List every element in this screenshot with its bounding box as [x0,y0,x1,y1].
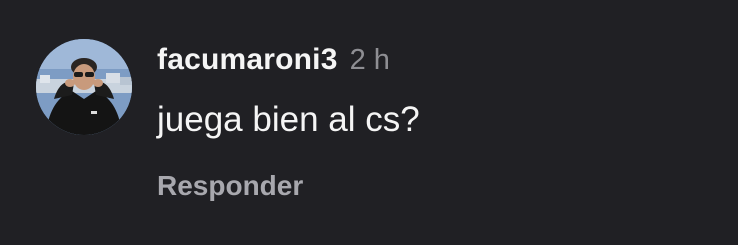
comment-text: juega bien al cs? [157,100,420,139]
comment-meta: facumaroni3 2 h [157,40,390,80]
avatar[interactable] [36,39,132,135]
comment-item: facumaroni3 2 h juega bien al cs? Respon… [0,0,738,245]
username[interactable]: facumaroni3 [157,43,338,77]
timestamp: 2 h [349,43,390,76]
reply-button[interactable]: Responder [157,170,303,202]
profile-photo-icon [36,39,132,135]
